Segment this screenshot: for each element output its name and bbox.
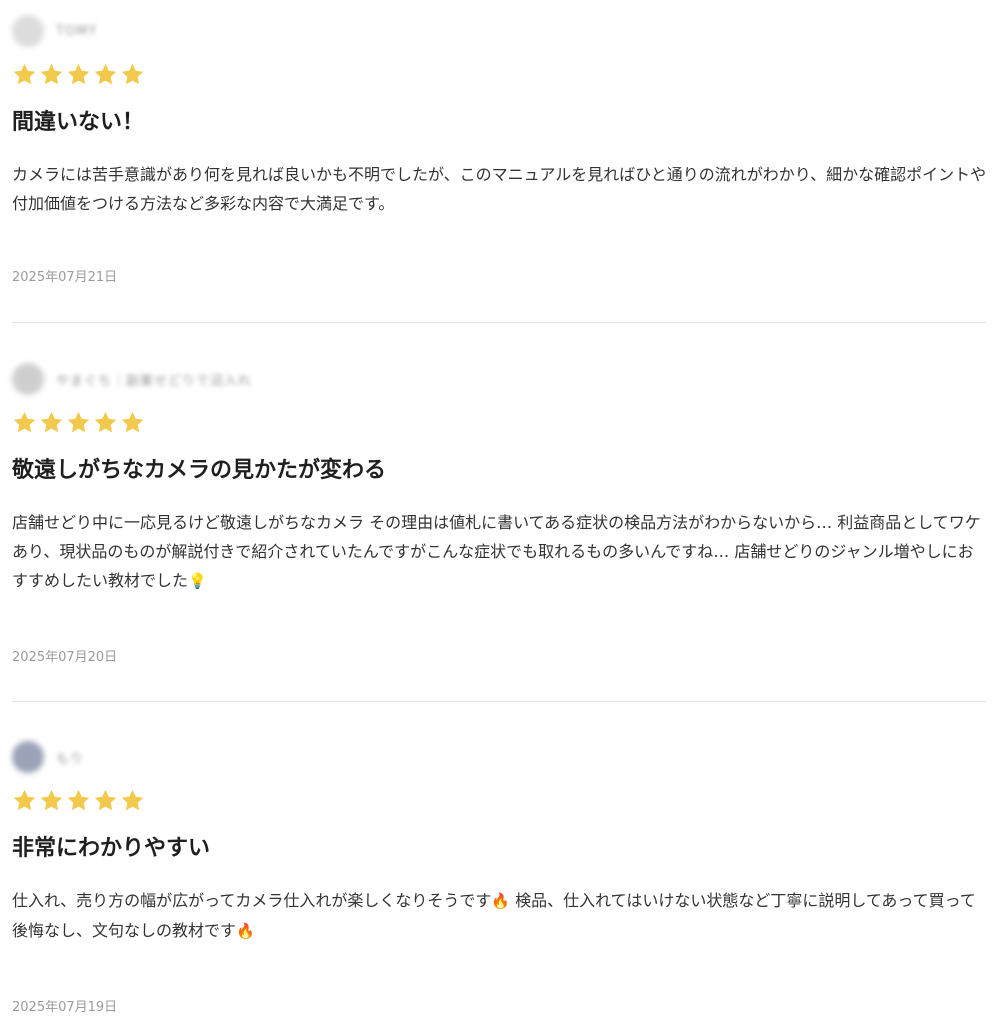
reviewer-name[interactable]: TOMY <box>56 24 97 39</box>
divider <box>12 322 987 323</box>
star-icon <box>39 410 64 435</box>
star-icon <box>12 62 37 87</box>
avatar[interactable] <box>12 741 44 773</box>
reviewer-info: やまぐち｜副業せどりで沼入れ <box>12 362 987 396</box>
star-rating <box>12 406 987 438</box>
reviewer-info: TOMY <box>12 14 987 48</box>
review-body-text: 店舗せどり中に一応見るけど敬遠しがちなカメラ その理由は値札に書いてある症状の検… <box>12 513 981 590</box>
fire-icon: 🔥 <box>491 892 511 910</box>
star-icon <box>93 410 118 435</box>
reviewer-name[interactable]: やまぐち｜副業せどりで沼入れ <box>56 370 252 389</box>
reviewer-name[interactable]: もり <box>56 748 84 767</box>
reviewer-info: もり <box>12 740 987 774</box>
review-item: もり 非常にわかりやすい 仕入れ、売り方の幅が広がってカメラ仕入れが楽しくなりそ… <box>12 740 987 1015</box>
review-date: 2025年07月21日 <box>12 270 118 285</box>
lightbulb-icon: 💡 <box>188 572 207 590</box>
review-date: 2025年07月19日 <box>12 1000 118 1015</box>
star-icon <box>12 788 37 813</box>
star-icon <box>120 788 145 813</box>
star-icon <box>39 62 64 87</box>
star-icon <box>93 62 118 87</box>
review-body: 店舗せどり中に一応見るけど敬遠しがちなカメラ その理由は値札に書いてある症状の検… <box>12 508 987 596</box>
star-icon <box>66 410 91 435</box>
fire-icon: 🔥 <box>236 922 255 940</box>
star-icon <box>120 410 145 435</box>
avatar[interactable] <box>12 15 44 47</box>
avatar[interactable] <box>12 363 44 395</box>
review-item: やまぐち｜副業せどりで沼入れ 敬遠しがちなカメラの見かたが変わる 店舗せどり中に… <box>12 362 987 665</box>
star-rating <box>12 58 987 90</box>
star-icon <box>66 62 91 87</box>
star-rating <box>12 784 987 816</box>
review-body-text: 仕入れ、売り方の幅が広がってカメラ仕入れが楽しくなりそうです <box>12 891 492 910</box>
review-body: 仕入れ、売り方の幅が広がってカメラ仕入れが楽しくなりそうです🔥 検品、仕入れては… <box>12 886 987 946</box>
star-icon <box>39 788 64 813</box>
star-icon <box>120 62 145 87</box>
review-title: 間違いない！ <box>12 110 145 135</box>
review-title: 非常にわかりやすい <box>12 836 211 861</box>
review-item: TOMY 間違いない！ カメラには苦手意識があり何を見れば良いかも不明でしたが、… <box>12 14 987 285</box>
star-icon <box>12 410 37 435</box>
review-list: TOMY 間違いない！ カメラには苦手意識があり何を見れば良いかも不明でしたが、… <box>0 0 1007 1024</box>
divider <box>12 701 987 702</box>
review-body: カメラには苦手意識があり何を見れば良いかも不明でしたが、このマニュアルを見ればひ… <box>12 165 987 213</box>
review-title: 敬遠しがちなカメラの見かたが変わる <box>12 458 387 483</box>
review-date: 2025年07月20日 <box>12 650 118 665</box>
star-icon <box>93 788 118 813</box>
star-icon <box>66 788 91 813</box>
